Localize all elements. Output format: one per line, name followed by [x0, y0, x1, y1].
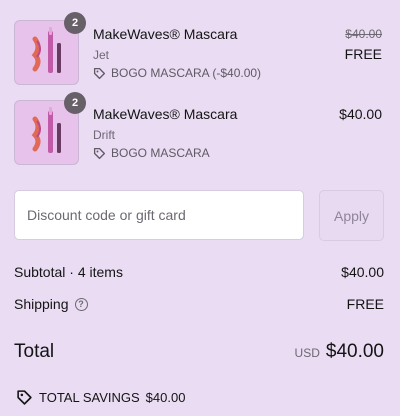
discount-label: BOGO MASCARA (-$40.00)	[93, 66, 261, 80]
product-variant: Drift	[93, 128, 115, 142]
shipping-label: Shipping	[14, 296, 69, 312]
line-item: 2 MakeWaves® Mascara Drift BOGO MASCARA …	[14, 92, 384, 165]
original-price: $40.00	[345, 27, 382, 41]
order-summary: 2 MakeWaves® Mascara Jet BOGO MASCARA (-…	[0, 0, 400, 416]
help-icon[interactable]: ?	[74, 297, 88, 311]
subtotal-value: $40.00	[341, 264, 384, 280]
tag-icon	[93, 67, 106, 79]
shipping-row: Shipping ? FREE	[14, 296, 384, 312]
quantity-badge: 2	[64, 92, 86, 114]
total-row: Total USD $40.00	[14, 341, 384, 365]
tag-icon	[17, 390, 32, 405]
subtotal-row: Subtotal · 4 items $40.00	[14, 264, 384, 280]
final-price: FREE	[344, 46, 382, 62]
savings-value: $40.00	[145, 390, 186, 405]
discount-label: BOGO MASCARA	[93, 146, 210, 160]
discount-text: BOGO MASCARA (-$40.00)	[111, 66, 262, 80]
savings-label: TOTAL SAVINGS	[39, 390, 140, 405]
discount-code-input[interactable]	[14, 190, 304, 240]
apply-button[interactable]: Apply	[319, 190, 384, 241]
product-variant: Jet	[93, 48, 110, 62]
discount-code-row: Apply	[14, 190, 384, 241]
total-value: $40.00	[325, 341, 384, 362]
tag-icon	[93, 147, 106, 159]
total-savings: TOTAL SAVINGS $40.00	[16, 389, 185, 406]
shipping-value: FREE	[346, 296, 384, 312]
product-name: MakeWaves® Mascara	[93, 26, 238, 42]
line-item: 2 MakeWaves® Mascara Jet BOGO MASCARA (-…	[14, 12, 384, 85]
subtotal-label: Subtotal · 4 items	[14, 264, 123, 280]
total-price: USD $40.00	[295, 341, 384, 363]
product-name: MakeWaves® Mascara	[93, 106, 238, 122]
item-price: $40.00	[339, 106, 382, 122]
total-label: Total	[14, 341, 55, 362]
currency-code: USD	[294, 346, 320, 360]
discount-text: BOGO MASCARA	[111, 146, 210, 160]
quantity-badge: 2	[64, 12, 86, 34]
